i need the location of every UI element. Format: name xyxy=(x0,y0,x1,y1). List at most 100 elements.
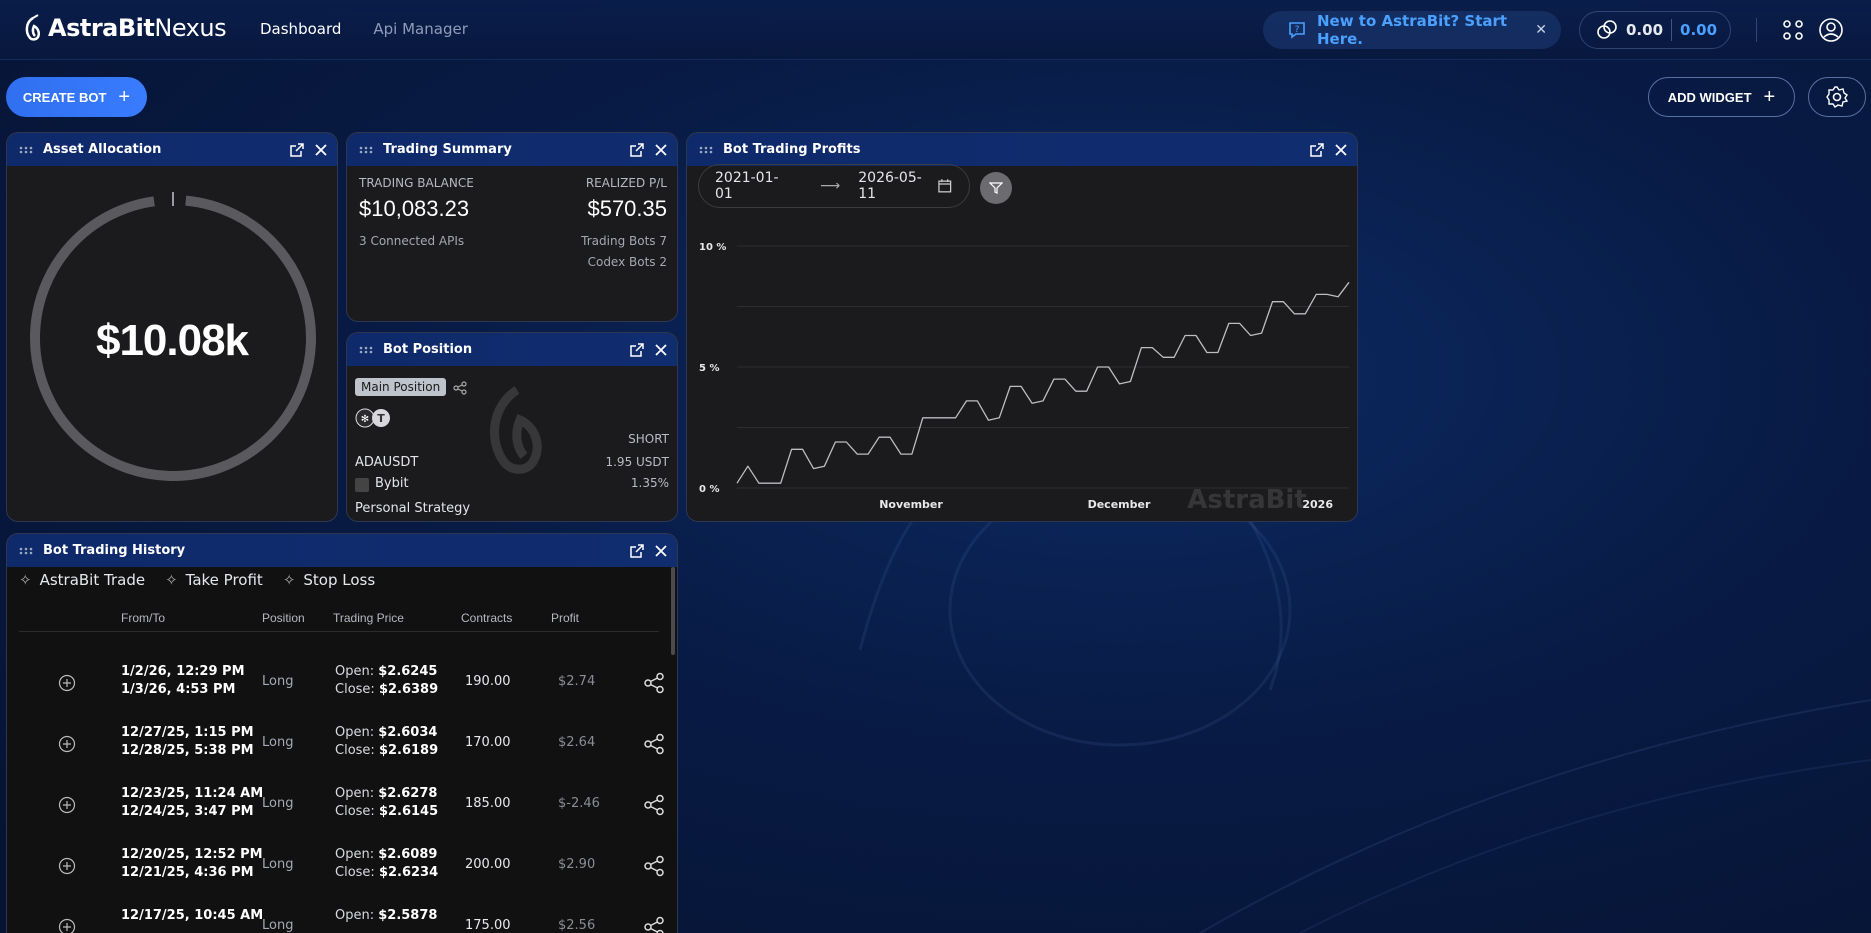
table-row[interactable]: 12/17/25, 10:45 AM Long Open: $2.5878 175.0… xyxy=(7,897,667,933)
astrabit-logo-icon xyxy=(25,14,41,41)
table-row[interactable]: 12/20/25, 12:52 PM 12/21/25, 4:36 PM Long O… xyxy=(7,836,667,897)
trade-dates: 12/20/25, 12:52 PM 12/21/25, 4:36 PM xyxy=(121,846,263,882)
widget-header[interactable]: Bot Position xyxy=(347,333,677,366)
coins-icon xyxy=(1597,20,1617,39)
close-label: Close: xyxy=(335,743,379,758)
expand-row-icon[interactable] xyxy=(58,735,76,753)
close-price: $2.6234 xyxy=(378,865,439,880)
date-range-picker[interactable]: 2021-01-01 ⟶ 2026-05-11 xyxy=(698,164,970,208)
widget-body: 2021-01-01 ⟶ 2026-05-11 10 % 5 % 0 % Novemb… xyxy=(687,164,1357,521)
expand-row-icon[interactable] xyxy=(58,674,76,692)
svg-text:?: ? xyxy=(1295,25,1300,35)
date-from[interactable]: 2021-01-01 xyxy=(715,170,794,202)
widget-title: Asset Allocation xyxy=(43,142,162,157)
table-row[interactable]: 12/23/25, 11:24 AM 12/24/25, 3:47 PM Long O… xyxy=(7,775,667,836)
expand-row-icon[interactable] xyxy=(58,796,76,814)
trade-to: 12/21/25, 4:36 PM xyxy=(121,865,254,880)
widget-header[interactable]: Bot Trading History xyxy=(7,534,677,567)
widget-body: ✧ AstraBit Trade ✧ Take Profit ✧ Stop Loss … xyxy=(7,567,677,933)
trade-from: 1/2/26, 12:29 PM xyxy=(121,664,245,679)
filter-button[interactable] xyxy=(980,172,1012,204)
trade-profit: $2.74 xyxy=(558,674,596,689)
table-row[interactable]: 1/2/26, 12:29 PM 1/3/26, 4:53 PM Long Open:… xyxy=(7,653,667,714)
share-icon[interactable] xyxy=(643,733,665,755)
main-position-tag[interactable]: Main Position xyxy=(355,378,447,396)
scrollbar[interactable] xyxy=(671,567,675,655)
tab-astrabit-trade[interactable]: ✧ AstraBit Trade xyxy=(19,571,145,589)
close-price: $2.6389 xyxy=(378,682,439,697)
create-bot-button[interactable]: CREATE BOT + xyxy=(6,77,147,117)
drag-handle-icon[interactable] xyxy=(359,146,373,154)
tab-stop-loss[interactable]: ✧ Stop Loss xyxy=(283,571,375,589)
calendar-icon[interactable] xyxy=(937,178,953,194)
expand-row-icon[interactable] xyxy=(58,857,76,875)
widget-header[interactable]: Asset Allocation xyxy=(7,133,337,166)
settings-button[interactable] xyxy=(1808,77,1866,117)
column-header: Profit xyxy=(551,611,580,625)
close-icon[interactable] xyxy=(313,142,329,158)
tab-take-profit[interactable]: ✧ Take Profit xyxy=(165,571,263,589)
open-external-icon[interactable] xyxy=(289,142,305,158)
arrow-right-icon: ⟶ xyxy=(820,178,841,194)
drag-handle-icon[interactable] xyxy=(19,547,33,555)
close-icon[interactable] xyxy=(653,342,669,358)
apps-grid-icon[interactable] xyxy=(1780,17,1806,43)
gear-icon xyxy=(1826,86,1849,108)
column-header: From/To xyxy=(121,611,166,625)
drag-handle-icon[interactable] xyxy=(359,346,373,354)
open-label: Open: xyxy=(335,786,379,801)
table-row[interactable]: 12/27/25, 1:15 PM 12/28/25, 5:38 PM Long Op… xyxy=(7,714,667,775)
expand-row-icon[interactable] xyxy=(58,918,76,933)
share-icon[interactable] xyxy=(643,672,665,694)
open-price: $2.6245 xyxy=(378,664,438,679)
wallet-value-1: 0.00 xyxy=(1626,21,1664,39)
strategy-name: Personal Strategy xyxy=(355,501,471,516)
drag-handle-icon[interactable] xyxy=(19,146,33,154)
chat-question-icon: ? xyxy=(1289,22,1305,39)
close-icon[interactable] xyxy=(1333,142,1349,158)
y-tick-label: 0 % xyxy=(699,484,719,495)
user-profile-icon[interactable] xyxy=(1818,17,1844,43)
close-icon[interactable]: ✕ xyxy=(1535,22,1547,38)
open-external-icon[interactable] xyxy=(1309,142,1325,158)
chart-watermark: AstraBit xyxy=(1187,485,1307,515)
widget-header[interactable]: Trading Summary xyxy=(347,133,677,166)
trading-pair: ADAUSDT xyxy=(355,455,419,470)
logo[interactable]: AstraBitNexus xyxy=(22,14,227,42)
add-widget-button[interactable]: ADD WIDGET + xyxy=(1648,77,1795,117)
nav-dashboard[interactable]: Dashboard xyxy=(260,20,341,38)
share-icon[interactable] xyxy=(643,794,665,816)
nav-api-manager[interactable]: Api Manager xyxy=(373,20,467,38)
widget-header[interactable]: Bot Trading Profits xyxy=(687,133,1357,166)
open-external-icon[interactable] xyxy=(629,342,645,358)
watermark-logo-icon xyxy=(489,386,542,474)
trade-profit: $2.64 xyxy=(558,735,596,750)
position-percent: 1.35% xyxy=(630,476,669,490)
profit-series-line xyxy=(736,281,1350,484)
close-icon[interactable] xyxy=(653,142,669,158)
plus-icon: + xyxy=(118,85,131,108)
trade-prices: Open: $2.5878 xyxy=(335,907,437,925)
share-icon[interactable] xyxy=(643,916,665,933)
wallet-balance[interactable]: 0.00 0.00 xyxy=(1579,11,1731,49)
share-icon[interactable] xyxy=(643,855,665,877)
open-label: Open: xyxy=(335,725,379,740)
bot-position-widget: Bot Position Main Position ✻ T SHORT ADA… xyxy=(346,332,678,522)
codex-bots-count: Codex Bots 2 xyxy=(587,255,667,269)
close-icon[interactable] xyxy=(653,543,669,559)
drag-handle-icon[interactable] xyxy=(699,146,713,154)
trade-to: 12/28/25, 5:38 PM xyxy=(121,743,254,758)
open-price: $2.6089 xyxy=(378,847,438,862)
trade-position: Long xyxy=(262,796,294,811)
history-tabs: ✧ AstraBit Trade ✧ Take Profit ✧ Stop Loss xyxy=(19,571,375,589)
column-header: Position xyxy=(262,611,305,625)
asset-allocation-widget: Asset Allocation $10.08k xyxy=(6,132,338,522)
onboarding-banner[interactable]: ? New to AstraBit? Start Here. ✕ xyxy=(1263,11,1561,49)
open-external-icon[interactable] xyxy=(629,543,645,559)
share-icon[interactable] xyxy=(453,381,467,395)
close-label: Close: xyxy=(335,865,379,880)
trade-position: Long xyxy=(262,857,294,872)
trade-to: 1/3/26, 4:53 PM xyxy=(121,682,236,697)
date-to[interactable]: 2026-05-11 xyxy=(858,170,937,202)
open-external-icon[interactable] xyxy=(629,142,645,158)
